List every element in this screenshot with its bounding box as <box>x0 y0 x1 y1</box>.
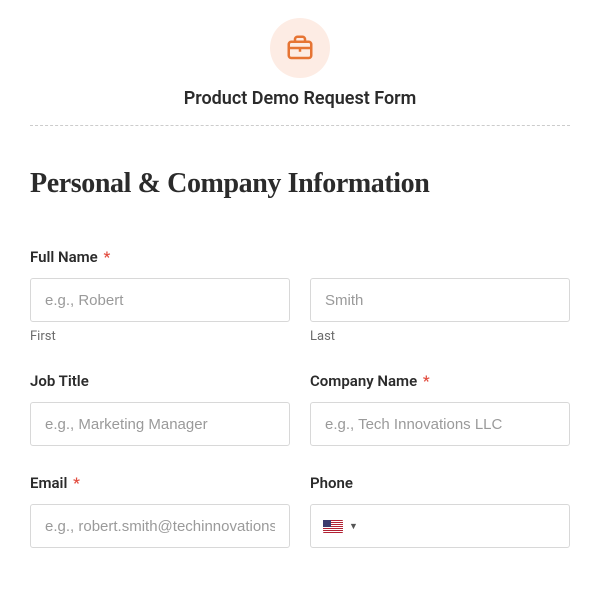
required-mark: * <box>73 474 80 492</box>
us-flag-icon <box>323 520 343 533</box>
section-heading: Personal & Company Information <box>30 168 570 200</box>
first-name-input[interactable] <box>30 278 290 322</box>
last-name-sublabel: Last <box>310 329 570 344</box>
required-mark: * <box>423 372 430 390</box>
phone-label: Phone <box>310 474 570 492</box>
last-name-input[interactable] <box>310 278 570 322</box>
company-name-label: Company Name * <box>310 372 570 390</box>
full-name-label: Full Name * <box>30 248 570 266</box>
company-name-label-text: Company Name <box>310 372 417 390</box>
email-input[interactable] <box>30 504 290 548</box>
form-title: Product Demo Request Form <box>30 88 570 125</box>
job-title-input[interactable] <box>30 402 290 446</box>
phone-input[interactable]: ▼ <box>310 504 570 548</box>
company-name-input[interactable] <box>310 402 570 446</box>
form-header: Product Demo Request Form <box>30 18 570 125</box>
job-title-label: Job Title <box>30 372 290 390</box>
email-label: Email * <box>30 474 290 492</box>
briefcase-icon <box>270 18 330 78</box>
chevron-down-icon: ▼ <box>349 521 358 532</box>
required-mark: * <box>103 248 110 266</box>
header-divider <box>30 125 570 126</box>
first-name-sublabel: First <box>30 329 290 344</box>
full-name-label-text: Full Name <box>30 248 98 266</box>
email-label-text: Email <box>30 474 67 492</box>
